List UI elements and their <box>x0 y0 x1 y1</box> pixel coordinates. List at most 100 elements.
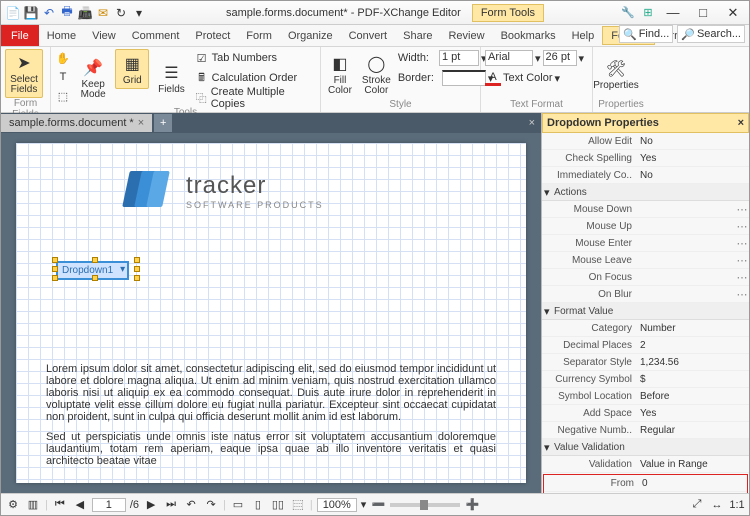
options-icon[interactable]: ⚙ <box>5 497 21 513</box>
collapse-icon[interactable]: ▾ <box>544 186 554 199</box>
font-select[interactable]: Arial <box>485 50 533 66</box>
prop-value[interactable]: Value in Range <box>638 459 749 470</box>
prop-value[interactable]: No <box>638 136 749 147</box>
prop-value[interactable]: Before <box>638 391 749 402</box>
more-icon[interactable]: ⋯ <box>735 203 749 216</box>
property-row[interactable]: Check SpellingYes <box>542 150 749 167</box>
prop-value[interactable]: 0 <box>640 478 747 489</box>
fit-page-icon[interactable]: ⤢ <box>689 497 705 513</box>
property-section[interactable]: ▾Actions <box>542 184 749 201</box>
zoom-slider[interactable] <box>390 503 460 507</box>
zoom-out-icon[interactable]: ➖ <box>370 497 386 513</box>
bookmark-pane-icon[interactable]: ▥ <box>25 497 41 513</box>
chevron-down-icon[interactable]: ▾ <box>535 52 541 65</box>
property-row[interactable]: Currency Symbol$ <box>542 371 749 388</box>
menu-share[interactable]: Share <box>395 25 440 46</box>
last-page-icon[interactable]: ⏭ <box>163 497 179 513</box>
layout-cont-icon[interactable]: ▯ <box>250 497 266 513</box>
actual-size-icon[interactable]: 1:1 <box>729 497 745 513</box>
page-input[interactable]: 1 <box>92 498 126 512</box>
prop-value[interactable]: 1,234.56 <box>638 357 749 368</box>
nav-back-icon[interactable]: ↶ <box>183 497 199 513</box>
prop-value[interactable]: Yes <box>638 408 749 419</box>
layout-cont-facing-icon[interactable]: ⿳ <box>290 497 306 513</box>
menu-form[interactable]: Form <box>238 25 280 46</box>
close-button[interactable]: ✕ <box>719 3 747 23</box>
prop-value[interactable]: No <box>638 170 749 181</box>
width-input[interactable]: 1 pt <box>439 50 479 66</box>
menu-organize[interactable]: Organize <box>280 25 341 46</box>
nav-fwd-icon[interactable]: ↷ <box>203 497 219 513</box>
menu-help[interactable]: Help <box>564 25 603 46</box>
minimize-button[interactable]: — <box>659 3 687 23</box>
property-row[interactable]: Mouse Up⋯ <box>542 218 749 235</box>
more-icon[interactable]: ⋯ <box>735 237 749 250</box>
more-icon[interactable]: ⋯ <box>735 288 749 301</box>
scan-icon[interactable]: 📠 <box>77 5 93 21</box>
prop-value[interactable]: Number <box>638 323 749 334</box>
close-tab-icon[interactable]: × <box>138 117 144 129</box>
email-icon[interactable]: ✉ <box>95 5 111 21</box>
property-row[interactable]: Decimal Places2 <box>542 337 749 354</box>
property-row[interactable]: Symbol LocationBefore <box>542 388 749 405</box>
property-section[interactable]: ▾Value Validation <box>542 439 749 456</box>
fill-color-button[interactable]: ◧Fill Color <box>325 49 355 99</box>
select-tool[interactable]: ⬚ <box>55 87 71 105</box>
find-box[interactable]: 🔍Find... <box>619 25 673 43</box>
property-row[interactable]: CategoryNumber <box>542 320 749 337</box>
add-tab-button[interactable]: + <box>154 114 172 132</box>
property-row[interactable]: Mouse Leave⋯ <box>542 252 749 269</box>
property-section[interactable]: ▾Format Value <box>542 303 749 320</box>
prev-page-icon[interactable]: ◀ <box>72 497 88 513</box>
layout-facing-icon[interactable]: ▯▯ <box>270 497 286 513</box>
grid-button[interactable]: ▦ Grid <box>115 49 149 89</box>
property-row[interactable]: Negative Numb..Regular <box>542 422 749 439</box>
more-icon[interactable]: ⋯ <box>735 271 749 284</box>
property-row[interactable]: Add SpaceYes <box>542 405 749 422</box>
menu-convert[interactable]: Convert <box>341 25 396 46</box>
prop-value[interactable]: Regular <box>638 425 749 436</box>
first-page-icon[interactable]: ⏮ <box>52 497 68 513</box>
prop-value[interactable]: $ <box>638 374 749 385</box>
stroke-color-button[interactable]: ◯Stroke Color <box>359 49 394 99</box>
zoom-input[interactable]: 100% <box>317 498 357 512</box>
property-list[interactable]: Allow EditNoCheck SpellingYesImmediately… <box>542 133 749 493</box>
print-icon[interactable]: 🖶 <box>59 5 75 21</box>
fields-button[interactable]: ☰ Fields <box>153 49 189 107</box>
next-page-icon[interactable]: ▶ <box>143 497 159 513</box>
font-size-select[interactable]: 26 pt <box>543 50 577 66</box>
redo-icon[interactable]: ↻ <box>113 5 129 21</box>
chevron-down-icon[interactable]: ▾ <box>579 52 585 65</box>
menu-home[interactable]: Home <box>39 25 84 46</box>
menu-protect[interactable]: Protect <box>187 25 238 46</box>
hand-tool[interactable]: ✋ <box>55 49 71 67</box>
workspace-close-icon[interactable]: × <box>523 117 541 129</box>
prop-value[interactable]: Yes <box>638 153 749 164</box>
property-row[interactable]: Separator Style1,234.56 <box>542 354 749 371</box>
qat-dropdown-icon[interactable]: ▾ <box>131 5 147 21</box>
property-row[interactable]: Immediately Co..No <box>542 167 749 184</box>
border-input[interactable] <box>442 70 486 86</box>
menu-bookmarks[interactable]: Bookmarks <box>493 25 564 46</box>
zoom-in-icon[interactable]: ➕ <box>464 497 480 513</box>
layout-single-icon[interactable]: ▭ <box>230 497 246 513</box>
select-fields-button[interactable]: ➤ Select Fields <box>5 49 43 98</box>
ui-options-icon[interactable]: 🔧 <box>619 5 637 21</box>
file-menu[interactable]: File <box>1 25 39 46</box>
properties-button[interactable]: 🛠Properties <box>597 49 635 99</box>
property-row[interactable]: Mouse Down⋯ <box>542 201 749 218</box>
undo-icon[interactable]: ↶ <box>41 5 57 21</box>
property-row[interactable]: On Blur⋯ <box>542 286 749 303</box>
save-icon[interactable]: 💾 <box>23 5 39 21</box>
panel-close-icon[interactable]: × <box>738 117 744 129</box>
keep-mode-button[interactable]: 📌 Keep Mode <box>75 49 111 107</box>
canvas[interactable]: tracker SOFTWARE PRODUCTS Dropdown1 Lore… <box>1 133 541 493</box>
text-tool[interactable]: T <box>55 68 71 86</box>
more-icon[interactable]: ⋯ <box>735 254 749 267</box>
fit-width-icon[interactable]: ↔ <box>709 497 725 513</box>
property-row[interactable]: Allow EditNo <box>542 133 749 150</box>
menu-view[interactable]: View <box>84 25 124 46</box>
create-copies-button[interactable]: ⿻Create Multiple Copies <box>194 89 316 107</box>
menu-comment[interactable]: Comment <box>124 25 188 46</box>
calculation-order-button[interactable]: 🖩Calculation Order <box>194 69 316 87</box>
